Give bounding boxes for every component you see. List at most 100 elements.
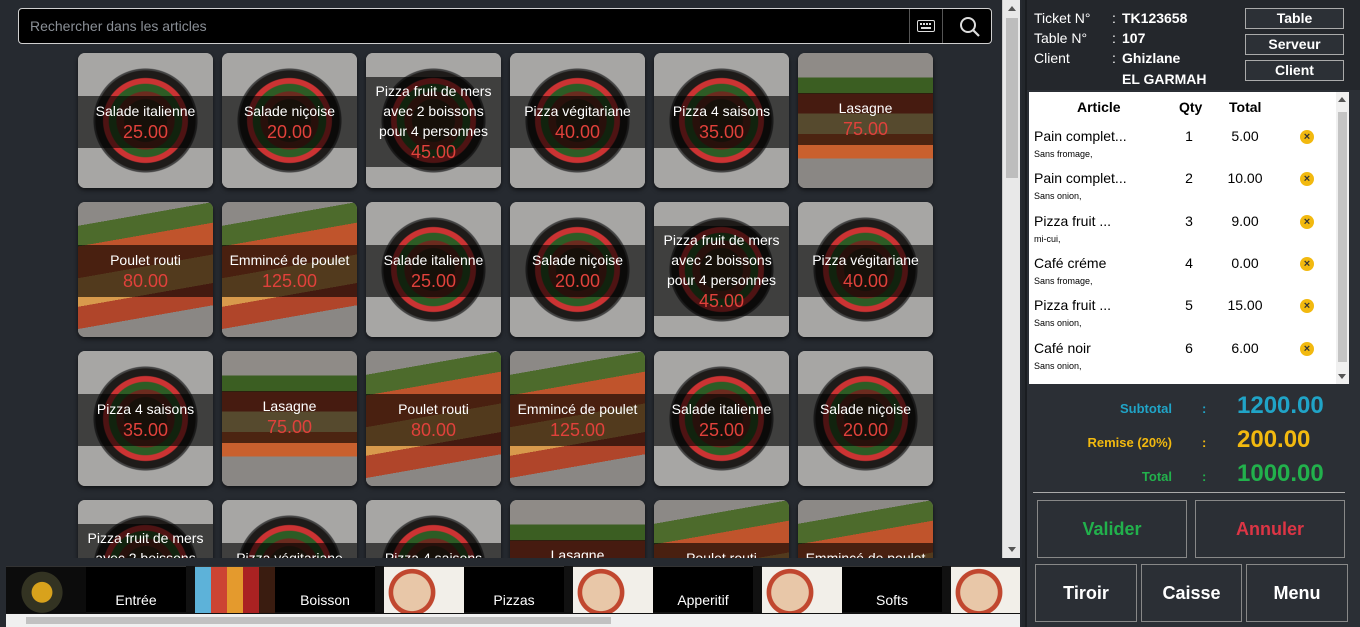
- product-card[interactable]: Salade italienne 25.00: [78, 53, 213, 188]
- search-icon[interactable]: [957, 14, 983, 40]
- product-price: 75.00: [266, 417, 313, 437]
- product-card[interactable]: Emmincé de poulet125.00: [510, 351, 645, 486]
- remove-item-icon[interactable]: ×: [1300, 341, 1314, 356]
- product-card[interactable]: Pizza 4 saisons35.00: [366, 500, 501, 558]
- client-last-name: EL GARMAH: [1122, 71, 1207, 87]
- product-name: Pizza fruit de mers avec 2 boissons pour…: [87, 530, 204, 558]
- order-item-total: 10.00: [1227, 170, 1263, 187]
- product-name: Poulet routi: [686, 550, 757, 558]
- product-card[interactable]: Poulet routi80.00: [654, 500, 789, 558]
- category-tab[interactable]: Boisson: [195, 566, 375, 613]
- product-card[interactable]: Pizza végitariane40.00: [510, 53, 645, 188]
- product-card[interactable]: Lasagne 75.00: [222, 351, 357, 486]
- menu-button[interactable]: Menu: [1246, 564, 1348, 622]
- order-item[interactable]: Café noir Sans onion, 6 6.00 ×: [1029, 340, 1334, 382]
- category-tab[interactable]: Pizzas: [384, 566, 564, 613]
- product-label-band: Salade niçoise 20.00: [798, 394, 933, 446]
- category-tab[interactable]: Entrée: [6, 566, 186, 613]
- category-tab[interactable]: Softs: [762, 566, 942, 613]
- product-card[interactable]: Lasagne75.00: [798, 53, 933, 188]
- product-label-band: Salade italienne 25.00: [78, 96, 213, 148]
- product-name: Pizza 4 saisons: [672, 103, 771, 119]
- tiroir-button[interactable]: Tiroir: [1035, 564, 1137, 622]
- product-name: Lasagne: [838, 100, 893, 116]
- product-card[interactable]: Salade italienne 25.00: [654, 351, 789, 486]
- category-label: Entrée: [115, 592, 157, 608]
- order-item[interactable]: Café créme Sans fromage, 4 0.00 ×: [1029, 255, 1334, 297]
- order-item[interactable]: Pizza fruit ... Sans onion, 5 15.00 ×: [1029, 297, 1334, 339]
- product-label-band: Pizza fruit de mers avec 2 boissons pour…: [78, 524, 213, 558]
- order-item-qty: 1: [1185, 128, 1193, 144]
- order-item-qty: 2: [1185, 170, 1193, 187]
- product-label-band: Pizza fruit de mers avec 2 boissons pour…: [366, 77, 501, 167]
- qty-header: Qty: [1179, 99, 1203, 115]
- annuler-button[interactable]: Annuler: [1195, 500, 1345, 558]
- remove-item-icon[interactable]: ×: [1300, 256, 1314, 271]
- order-item-qty: 3: [1185, 212, 1193, 229]
- products-panel: Rechercher dans les articles Salade ital…: [0, 0, 1022, 627]
- product-card[interactable]: Lasagne75.00: [510, 500, 645, 558]
- table-number-value: 107: [1122, 30, 1146, 46]
- product-card[interactable]: Salade italienne 25.00: [366, 202, 501, 337]
- keyboard-icon[interactable]: [909, 9, 943, 43]
- product-card[interactable]: Salade niçoise 20.00: [510, 202, 645, 337]
- valider-button[interactable]: Valider: [1037, 500, 1187, 558]
- product-card[interactable]: Emmincé de poulet125.00: [222, 202, 357, 337]
- table-button[interactable]: Table: [1245, 8, 1344, 29]
- remove-item-icon[interactable]: ×: [1300, 214, 1314, 229]
- product-price: 25.00: [410, 271, 457, 291]
- client-colon: :: [1112, 50, 1116, 66]
- product-card[interactable]: Salade niçoise 20.00: [222, 53, 357, 188]
- product-label-band: Salade italienne 25.00: [654, 394, 789, 446]
- search-input[interactable]: Rechercher dans les articles: [30, 18, 207, 34]
- product-price: 20.00: [554, 271, 601, 291]
- remise-colon: :: [1202, 435, 1207, 450]
- category-label: Boisson: [300, 592, 350, 608]
- product-card[interactable]: Pizza fruit de mers avec 2 boissons pour…: [654, 202, 789, 337]
- product-label-band: Lasagne 75.00: [222, 391, 357, 443]
- product-name: Emmincé de poulet: [805, 550, 926, 558]
- product-card[interactable]: Pizza fruit de mers avec 2 boissons pour…: [366, 53, 501, 188]
- caisse-button[interactable]: Caisse: [1141, 564, 1242, 622]
- order-scrollbar[interactable]: [1336, 92, 1349, 384]
- product-label-band: Emmincé de poulet 125.00: [510, 394, 645, 446]
- product-card[interactable]: Pizza fruit de mers avec 2 boissons pour…: [78, 500, 213, 558]
- product-price: 25.00: [698, 420, 745, 440]
- ticket-panel: Ticket N° : TK123658 Table N° : 107 Clie…: [1025, 0, 1360, 627]
- product-card[interactable]: Pizza 4 saisons35.00: [78, 351, 213, 486]
- category-tab[interactable]: [951, 566, 1020, 613]
- product-card[interactable]: Salade niçoise 20.00: [798, 351, 933, 486]
- order-item[interactable]: Pain complet... Sans fromage, 1 5.00 ×: [1029, 128, 1334, 170]
- order-item[interactable]: Pain complet... Sans onion, 2 10.00 ×: [1029, 170, 1334, 212]
- category-scrollbar[interactable]: [6, 614, 1020, 627]
- product-label-band: Pizza 4 saisons 35.00: [654, 96, 789, 148]
- product-label-band: Pizza végitariane 40.00: [510, 96, 645, 148]
- product-label-band: Pizza 4 saisons 35.00: [78, 394, 213, 446]
- remove-item-icon[interactable]: ×: [1300, 172, 1314, 187]
- product-card[interactable]: Poulet routi80.00: [366, 351, 501, 486]
- product-card[interactable]: Pizza 4 saisons35.00: [654, 53, 789, 188]
- product-card[interactable]: Poulet routi80.00: [78, 202, 213, 337]
- category-tab[interactable]: Apperitif: [573, 566, 753, 613]
- product-grid: Salade italienne 25.00 Salade niçoise 20.00…: [6, 48, 1006, 558]
- search-bar[interactable]: Rechercher dans les articles: [18, 8, 992, 44]
- product-card[interactable]: Pizza végitariane40.00: [798, 202, 933, 337]
- product-price: 125.00: [261, 271, 318, 291]
- serveur-button[interactable]: Serveur: [1245, 34, 1344, 55]
- client-button[interactable]: Client: [1245, 60, 1344, 81]
- product-name: Lasagne: [550, 547, 605, 558]
- product-name: Lasagne: [262, 398, 317, 414]
- remove-item-icon[interactable]: ×: [1300, 299, 1314, 314]
- subtotal-value: 1200.00: [1237, 392, 1324, 419]
- product-price: 125.00: [549, 420, 606, 440]
- order-item[interactable]: Pizza fruit ... mi-cui, 3 9.00 ×: [1029, 213, 1334, 255]
- product-card[interactable]: Emmincé de poulet125.00: [798, 500, 933, 558]
- product-name: Pizza végitariane: [236, 550, 343, 558]
- remove-item-icon[interactable]: ×: [1300, 130, 1314, 144]
- product-card[interactable]: Pizza végitariane40.00: [222, 500, 357, 558]
- product-label-band: Poulet routi 80.00: [78, 245, 213, 297]
- product-scrollbar[interactable]: [1002, 0, 1020, 558]
- remise-label: Remise (20%): [1087, 435, 1172, 450]
- client-first-name: Ghizlane: [1122, 50, 1181, 66]
- product-price: 20.00: [266, 122, 313, 142]
